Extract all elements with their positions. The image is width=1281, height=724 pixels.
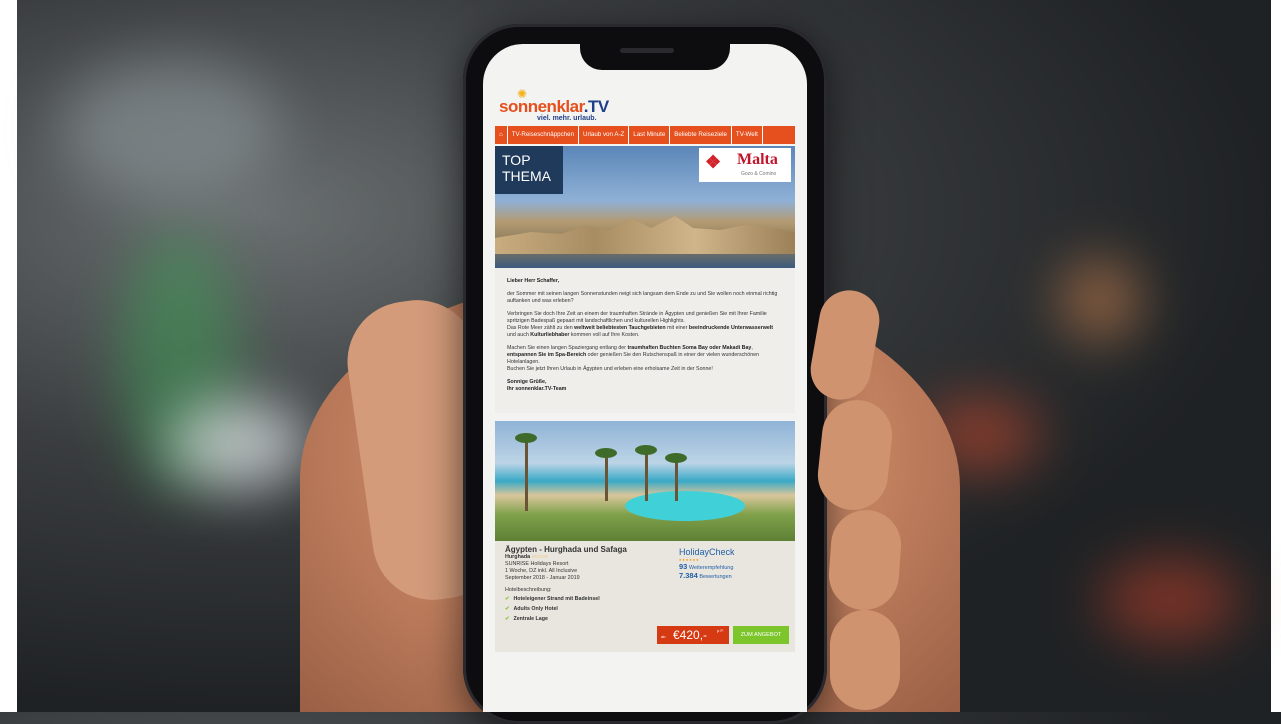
image-border-left [0, 0, 17, 712]
offer-cta-row: ab €420,- p.P. ZUM ANGEBOT [505, 624, 789, 646]
background-bokeh [1100, 560, 1240, 640]
zum-angebot-button[interactable]: ZUM ANGEBOT [733, 626, 789, 644]
nav-item-tv-welt[interactable]: TV-Welt [732, 126, 763, 144]
letter-paragraph: der Sommer mit seinen langen Sonnenstund… [507, 291, 778, 304]
feature-item: ✔ Adults Only Hotel [505, 606, 558, 612]
phone-speaker [620, 48, 674, 53]
brand-logo[interactable]: ✺ sonnenklar.TV viel. mehr. urlaub. [495, 84, 795, 124]
letter-paragraph: Verbringen Sie doch Ihre Zeit an einem d… [507, 311, 774, 338]
home-icon[interactable]: ⌂ [495, 126, 508, 144]
hotel-photo[interactable] [495, 421, 795, 541]
main-nav: ⌂ TV-Reiseschnäppchen Urlaub von A-Z Las… [495, 126, 795, 144]
palm-tree [595, 448, 617, 501]
malta-emblem-icon: ❖ [705, 152, 722, 172]
feature-item: ✔ Hoteleigener Strand mit Badeinsel [505, 596, 600, 602]
top-thema-badge: TOP THEMA [495, 146, 563, 194]
price-value: €420,- [673, 628, 708, 642]
malta-logo-name: Malta [737, 151, 778, 168]
background-bokeh [170, 400, 310, 490]
finger [830, 610, 900, 710]
check-icon: ✔ [505, 606, 510, 612]
holidaycheck-reviews: 7.384 Bewertungen [679, 571, 732, 580]
letter-signature: Sonnige Grüße, Ihr sonnenklar.TV-Team [507, 379, 567, 392]
feature-item: ✔ Zentrale Lage [505, 616, 548, 622]
logo-wordmark: sonnenklar.TV [499, 97, 609, 116]
holidaycheck-box[interactable]: HolidayCheck ●●●●●● 93 Weiterempfehlung … [679, 547, 759, 580]
phone-notch [580, 38, 730, 70]
nav-item-beliebte-reiseziele[interactable]: Beliebte Reiseziele [670, 126, 732, 144]
rating-circles-icon: ○○○○○ [531, 554, 548, 560]
nav-item-tv-reiseschnaeppchen[interactable]: TV-Reiseschnäppchen [508, 126, 580, 144]
phone-screen: ✺ sonnenklar.TV viel. mehr. urlaub. ⌂ TV… [483, 44, 807, 712]
newsletter: ✺ sonnenklar.TV viel. mehr. urlaub. ⌂ TV… [495, 84, 795, 652]
price-badge[interactable]: ab €420,- p.P. [657, 626, 729, 644]
malta-logo-subtitle: Gozo & Comino [741, 171, 777, 177]
logo-tagline: viel. mehr. urlaub. [537, 115, 597, 122]
hotel-description-label: Hotelbeschreibung: [505, 587, 552, 593]
palm-tree [665, 453, 687, 501]
background-bokeh [1060, 260, 1140, 340]
holidaycheck-recommendation: 93 Weiterempfehlung [679, 562, 734, 571]
malta-sponsor-logo[interactable]: ❖ Malta Gozo & Comino [699, 148, 791, 182]
image-border-right [1271, 0, 1281, 712]
holidaycheck-logo: HolidayCheck [679, 547, 735, 557]
hero-banner[interactable]: TOP THEMA ❖ Malta Gozo & Comino [495, 146, 795, 268]
check-icon: ✔ [505, 596, 510, 602]
offer-card: Ägypten - Hurghada und Safaga Hurghada ○… [495, 421, 795, 652]
check-icon: ✔ [505, 616, 510, 622]
nav-item-last-minute[interactable]: Last Minute [629, 126, 671, 144]
offer-details: Ägypten - Hurghada und Safaga Hurghada ○… [495, 541, 795, 652]
nav-item-urlaub-a-z[interactable]: Urlaub von A-Z [579, 126, 630, 144]
newsletter-letter: Lieber Herr Schaffer, der Sommer mit sei… [495, 268, 795, 413]
letter-greeting: Lieber Herr Schaffer, [507, 278, 560, 284]
letter-paragraph: Machen Sie einen langen Spaziergang entl… [507, 345, 760, 372]
pool-shape [625, 491, 745, 521]
background-bokeh [60, 60, 280, 200]
palm-tree [635, 445, 657, 501]
section-divider [495, 413, 795, 421]
hero-skyline-image [495, 216, 795, 254]
palm-tree [515, 433, 537, 511]
